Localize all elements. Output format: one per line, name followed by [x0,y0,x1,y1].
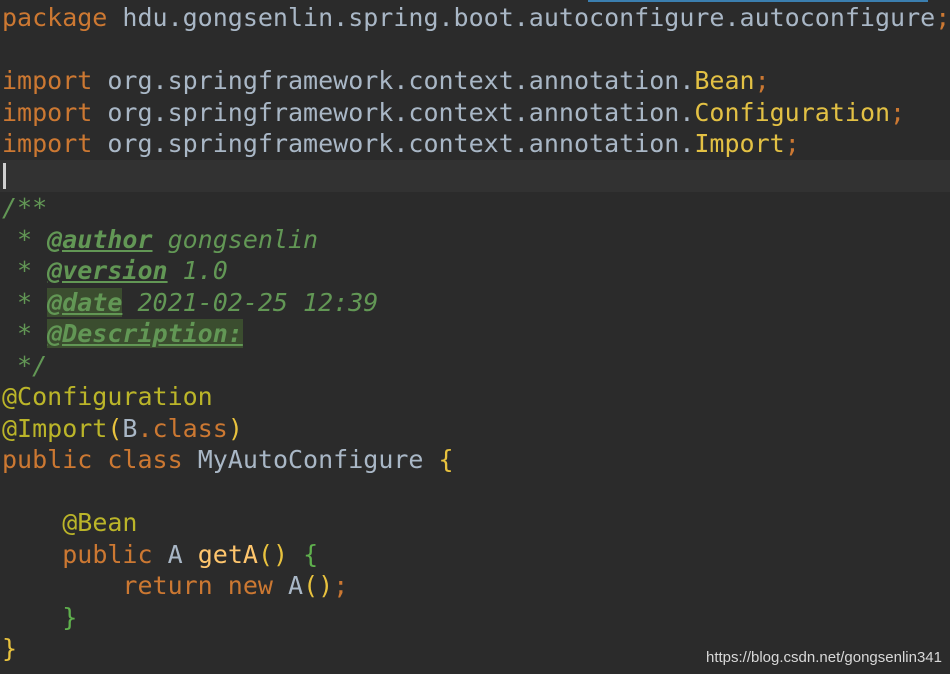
javadoc-close-marker: */ [2,350,48,380]
class-name: MyAutoConfigure [197,445,424,474]
code-line-method-close[interactable]: } [2,602,77,634]
code-line-package[interactable]: package hdu.gongsenlin.spring.boot.autoc… [2,2,950,34]
text-caret [3,163,6,189]
class-brace-open: { [438,445,454,474]
keyword-return: return [122,571,213,600]
method-parens: () [257,539,289,569]
new-type: A [288,571,304,600]
semicolon: ; [333,571,349,600]
current-line-highlight[interactable] [0,160,950,192]
paren-open: ( [107,413,123,443]
keyword-class: class [152,413,228,443]
semicolon: ; [754,66,770,95]
semicolon: ; [890,97,906,127]
code-line-configuration-annotation[interactable]: @Configuration [2,381,213,413]
javadoc-date-line[interactable]: * @date 2021-02-25 12:39 [2,287,378,319]
annotation-import: @Import [2,413,108,443]
javadoc-open-marker: /** [2,193,48,222]
method-brace-open: { [303,539,319,569]
code-line-method-declaration[interactable]: public A getA() { [2,539,318,571]
import-class-configuration: Configuration [694,97,891,127]
javadoc-author-tag: @author [47,224,153,254]
code-line-return[interactable]: return new A(); [2,570,348,602]
code-line-import-configuration[interactable]: import org.springframework.context.annot… [2,97,905,129]
javadoc-description-line[interactable]: * @Description: [2,318,243,350]
javadoc-version-line[interactable]: * @version 1.0 [2,255,228,287]
javadoc-version-value: 1.0 [167,256,228,285]
javadoc-star: * [2,224,48,254]
method-name: getA [197,539,258,569]
javadoc-date-tag: @date [47,287,123,317]
keyword-class: class [107,445,183,474]
javadoc-version-tag: @version [47,256,168,285]
javadoc-author-value: gongsenlin [152,224,319,254]
keyword-new: new [227,571,273,600]
code-line-import-import[interactable]: import org.springframework.context.annot… [2,128,800,160]
import-path: org.springframework.context.annotation. [107,129,695,158]
code-editor[interactable]: package hdu.gongsenlin.spring.boot.autoc… [0,0,950,674]
semicolon: ; [935,3,950,32]
import-arg-class: B [122,413,138,443]
javadoc-open[interactable]: /** [2,192,47,224]
keyword-import: import [2,129,93,158]
dot: . [137,413,153,443]
code-line-import-bean[interactable]: import org.springframework.context.annot… [2,65,770,97]
javadoc-author-line[interactable]: * @author gongsenlin [2,224,318,256]
semicolon: ; [784,129,800,158]
javadoc-date-value: 2021-02-25 12:39 [122,287,379,317]
keyword-package: package [2,3,108,32]
import-class-import: Import [694,129,785,158]
import-path: org.springframework.context.annotation. [107,66,695,95]
code-line-class-close[interactable]: } [2,633,17,665]
watermark-url: https://blog.csdn.net/gongsenlin341 [705,649,942,666]
paren-close: ) [227,413,243,443]
keyword-import: import [2,66,93,95]
keyword-public: public [2,445,93,474]
method-brace-close: } [62,602,78,632]
keyword-public: public [62,539,153,569]
code-line-class-declaration[interactable]: public class MyAutoConfigure { [2,444,454,476]
import-class-bean: Bean [694,66,755,95]
javadoc-star: * [2,319,48,348]
method-return-type: A [167,539,183,569]
javadoc-star: * [2,287,48,317]
keyword-import: import [2,97,93,127]
code-line-import-annotation[interactable]: @Import(B.class) [2,413,243,445]
javadoc-description-tag: @Description: [47,319,243,348]
annotation-bean: @Bean [62,508,138,537]
javadoc-close[interactable]: */ [2,350,47,382]
javadoc-star: * [2,256,48,285]
code-line-bean-annotation[interactable]: @Bean [2,507,137,539]
call-parens: () [303,571,334,600]
import-path: org.springframework.context.annotation. [107,97,695,127]
class-brace-close: } [2,634,18,663]
package-name: hdu.gongsenlin.spring.boot.autoconfigure… [122,3,936,32]
annotation-configuration: @Configuration [2,382,213,411]
